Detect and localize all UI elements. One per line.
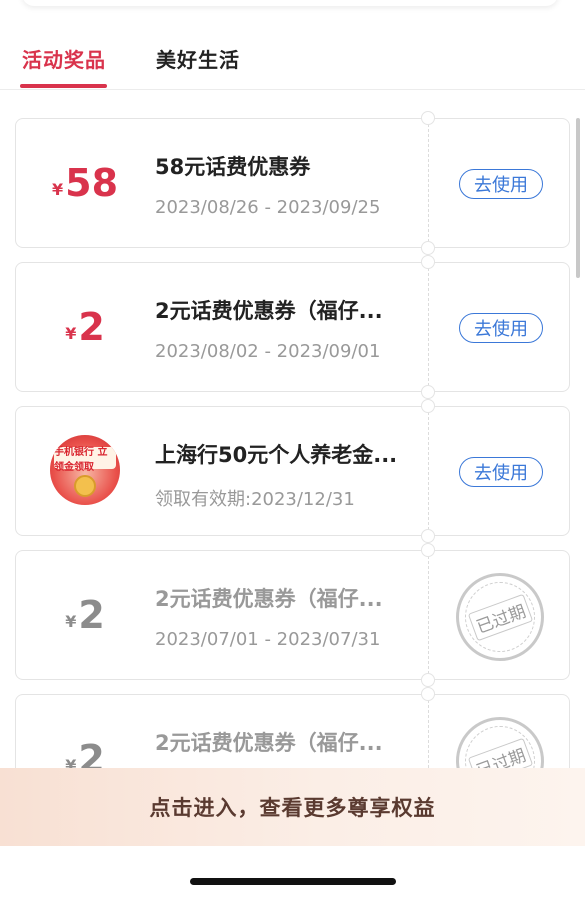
currency-symbol: ¥ [65,611,77,631]
notch [421,529,435,543]
pension-promo-thumbnail: 手机银行 立领金领取 [50,435,120,505]
notch [421,385,435,399]
coupon-title: 2元话费优惠券（福仔... [155,299,383,323]
coupon-title: 58元话费优惠券 [155,155,311,179]
coupon-validity: 领取有效期:2023/12/31 [155,489,355,510]
use-button[interactable]: 去使用 [459,457,543,487]
use-button[interactable]: 去使用 [459,169,543,199]
home-indicator[interactable] [190,878,396,885]
coupon-card[interactable]: ¥ 58 58元话费优惠券 2023/08/26 - 2023/09/25 去使… [15,111,570,255]
coupon-card[interactable]: 手机银行 立领金领取 上海行50元个人养老金... 领取有效期:2023/12/… [15,399,570,543]
coupon-amount: ¥ 2 [16,263,154,391]
active-tab-indicator [20,84,107,88]
scrollbar[interactable] [576,118,580,278]
notch [421,255,435,269]
gold-coin-icon [74,475,96,497]
coupon-title: 2元话费优惠券（福仔... [155,731,383,755]
notch [421,543,435,557]
coupon-title: 上海行50元个人养老金... [155,443,398,467]
tab-bar: 活动奖品 美好生活 [0,40,585,90]
bottom-safe-area [0,846,585,897]
coupon-card-expired[interactable]: ¥ 2 2元话费优惠券（福仔... 2023/07/01 - 2023/07/3… [15,543,570,687]
notch [421,111,435,125]
notch [421,399,435,413]
top-card-remnant [22,0,558,6]
tab-activity-prizes[interactable]: 活动奖品 [22,44,106,73]
more-benefits-banner[interactable]: 点击进入，查看更多尊享权益 [0,768,585,846]
banner-label: 点击进入，查看更多尊享权益 [149,796,436,820]
coupon-validity: 2023/07/01 - 2023/07/31 [155,629,381,650]
amount-value: 2 [78,305,105,349]
coupon-amount: ¥ 2 [16,551,154,679]
use-button[interactable]: 去使用 [459,313,543,343]
perforation-divider [428,263,429,391]
coupon-validity: 2023/08/26 - 2023/09/25 [155,197,381,218]
tab-good-life[interactable]: 美好生活 [156,44,240,73]
notch [421,673,435,687]
coupon-title: 2元话费优惠券（福仔... [155,587,383,611]
expired-stamp: 已过期 [456,573,544,661]
currency-symbol: ¥ [51,179,64,199]
expired-stamp-label: 已过期 [467,593,533,641]
amount-value: 2 [78,593,105,637]
amount-value: 58 [65,161,119,205]
coupon-amount: ¥ 58 [16,119,154,247]
coupon-card[interactable]: ¥ 2 2元话费优惠券（福仔... 2023/08/02 - 2023/09/0… [15,255,570,399]
perforation-divider [428,407,429,535]
notch [421,687,435,701]
currency-symbol: ¥ [65,323,77,343]
perforation-divider [428,551,429,679]
perforation-divider [428,119,429,247]
thumbnail-label: 手机银行 立领金领取 [54,447,116,473]
coupon-validity: 2023/08/02 - 2023/09/01 [155,341,381,362]
notch [421,241,435,255]
